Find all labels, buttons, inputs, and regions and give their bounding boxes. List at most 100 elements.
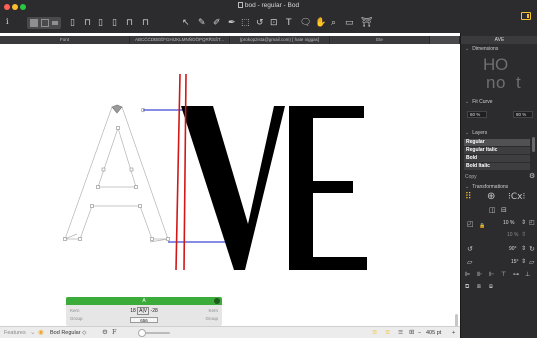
glyph-e[interactable] [289, 106, 367, 270]
tab-font[interactable]: Font [0, 36, 130, 44]
rotate-cw-icon[interactable]: ↻ [529, 245, 535, 253]
union-icon[interactable]: ⧉ [465, 283, 469, 291]
scale-value[interactable]: 10 % [503, 220, 514, 226]
glyph-width-field[interactable]: 656 [130, 317, 158, 323]
align-right-edges-icon[interactable]: ⊩ [489, 271, 494, 279]
subtract-icon[interactable]: ⧈ [477, 283, 481, 291]
pencil-tool-icon[interactable]: ✐ [213, 18, 221, 28]
rotate-ccw-icon[interactable]: ↺ [467, 245, 473, 253]
pen-tool-icon[interactable]: ✒ [228, 18, 236, 28]
chevron-down-icon[interactable]: ⌄ [465, 46, 469, 52]
slant-value[interactable]: 15° [511, 259, 519, 265]
size-slider-knob[interactable] [138, 329, 146, 337]
draw-tool-icon[interactable]: ✎ [198, 18, 206, 28]
glyph-box-icon-4[interactable]: ▯ [112, 18, 117, 28]
rotate-value[interactable]: 90° [509, 246, 517, 252]
glyph-a-nodes[interactable] [63, 107, 170, 241]
glyph-box-icon-2[interactable]: ⊓ [84, 18, 91, 28]
kern-value-left[interactable]: 18 [130, 308, 136, 314]
scale-tool-icon[interactable]: ⊡ [270, 18, 278, 28]
features-chevron-icon[interactable]: ⌄ [30, 329, 35, 336]
kern-value-right[interactable]: -28 [151, 308, 158, 314]
outline-view-icon[interactable] [41, 19, 49, 27]
glyph-box-icon-1[interactable]: ▯ [70, 18, 75, 28]
view-mode-segmented-control[interactable] [27, 17, 61, 29]
chevron-down-icon[interactable]: ⌄ [465, 130, 469, 136]
glyph-box-icon-3[interactable]: ▯ [98, 18, 103, 28]
master-selector[interactable]: Bod Regular ◇ [50, 330, 86, 336]
zoom-out-button[interactable]: − [418, 330, 421, 336]
edit-canvas[interactable] [0, 44, 460, 338]
chevron-down-icon[interactable]: ⌄ [465, 184, 469, 190]
glyph-a-apex-node[interactable] [111, 104, 123, 114]
chevron-down-icon[interactable]: ⌄ [465, 99, 469, 105]
scale-stepper-icon[interactable]: ⇕ [521, 219, 526, 227]
settings-gear-icon[interactable]: ⚙ [102, 329, 108, 336]
layer-bold[interactable]: Bold [464, 155, 530, 162]
kerning-lock-icon[interactable] [214, 298, 220, 304]
sidebar-toggle-icon[interactable] [521, 12, 531, 20]
flip-horizontal-icon[interactable]: ◫ [489, 206, 496, 214]
tab-ete[interactable]: Ete [330, 36, 430, 44]
slant-right-icon[interactable]: ▱ [529, 258, 534, 266]
rotate-stepper-icon[interactable]: ⇕ [521, 245, 526, 253]
transform-center-icon[interactable]: ⊕ [487, 192, 495, 202]
features-label[interactable]: Features [4, 330, 26, 336]
brand-tool-icon[interactable]: ⛩ [361, 18, 372, 28]
align-right-icon[interactable]: ≡ [398, 329, 403, 336]
intersect-icon[interactable]: ⧇ [489, 283, 493, 291]
preview-eye-icon[interactable]: ◉ [38, 329, 44, 336]
zoom-in-button[interactable]: + [452, 330, 455, 336]
scale-up-icon[interactable]: ◰ [529, 219, 535, 227]
kerning-cursor-left[interactable] [175, 73, 181, 271]
transform-distribute-icon[interactable]: ⁝Cx⁝ [508, 193, 525, 202]
glyph-box-icon-5[interactable]: ⊓ [126, 18, 133, 28]
fit-curve-right-field[interactable]: 80 % [513, 111, 533, 118]
primitives-tool-icon[interactable]: ⬚ [241, 18, 250, 28]
annotation-tool-icon[interactable]: 🗨 [300, 18, 311, 28]
tab-glyph-string[interactable]: ABCČĆDĐEËFGHIJKLMNŇOÖPQRŘSŠT... [130, 36, 230, 44]
kern-pair-indicator[interactable]: A|V [137, 307, 150, 315]
layer-options-gear-icon[interactable]: ⚙ [529, 172, 535, 180]
tab-active[interactable] [430, 36, 460, 44]
tab-text[interactable]: (prokopzista@gmail.com) [ hate niggas] [230, 36, 330, 44]
slant-stepper-icon[interactable]: ⇕ [521, 258, 526, 266]
kerning-cursor-right[interactable] [183, 73, 187, 271]
fill-view-icon[interactable] [30, 19, 38, 27]
align-left-icon[interactable]: ≡ [372, 329, 377, 336]
transform-origin-grid-icon[interactable]: ⠿ [465, 193, 472, 202]
fit-curve-left-field[interactable]: 60 % [467, 111, 487, 118]
justify-icon[interactable]: ⊞ [409, 329, 414, 336]
scale-value-secondary[interactable]: 10 % [507, 232, 518, 238]
scale-secondary-stepper-icon[interactable]: ⇕ [521, 231, 526, 239]
align-vertical-centers-icon[interactable]: ⊶ [513, 271, 519, 279]
layer-regular[interactable]: Regular [464, 139, 530, 146]
scale-lock-icon[interactable]: 🔒 [479, 222, 485, 230]
preview-glyph-o-upper: O [495, 55, 509, 74]
align-horizontal-centers-icon[interactable]: ⊪ [477, 271, 482, 279]
layer-bold-italic[interactable]: Bold Italic [464, 163, 530, 170]
copy-button[interactable]: Copy [465, 174, 477, 180]
flip-vertical-icon[interactable]: ⊟ [501, 206, 507, 214]
zoom-tool-icon[interactable]: ⌕ [331, 18, 336, 28]
rotate-tool-icon[interactable]: ↺ [256, 18, 264, 28]
slant-left-icon[interactable]: ▱ [467, 258, 472, 266]
scale-icon: ◰ [467, 220, 474, 228]
align-bottom-edges-icon[interactable]: ⊥ [525, 271, 530, 279]
hand-tool-icon[interactable]: ✋ [315, 18, 326, 28]
fit-curve-section: ⌄ Fit Curve [465, 99, 492, 105]
layers-scrollbar[interactable] [532, 137, 535, 152]
layer-regular-italic[interactable]: Regular Italic [464, 147, 530, 154]
glyph-view[interactable] [0, 44, 460, 326]
measure-tool-icon[interactable]: ▭ [345, 18, 354, 28]
align-top-edges-icon[interactable]: ⊤ [501, 271, 506, 279]
info-button[interactable]: i [6, 17, 9, 26]
select-tool-icon[interactable]: ↖ [182, 18, 190, 28]
preview-view-icon[interactable] [52, 21, 58, 25]
font-info-icon[interactable]: F [112, 329, 117, 336]
align-center-icon[interactable]: ≡ [385, 329, 390, 336]
glyph-v[interactable] [181, 106, 285, 270]
text-tool-icon[interactable]: T [286, 18, 292, 28]
glyph-box-icon-6[interactable]: ⊓ [142, 18, 149, 28]
align-left-edges-icon[interactable]: ⊫ [465, 271, 470, 279]
